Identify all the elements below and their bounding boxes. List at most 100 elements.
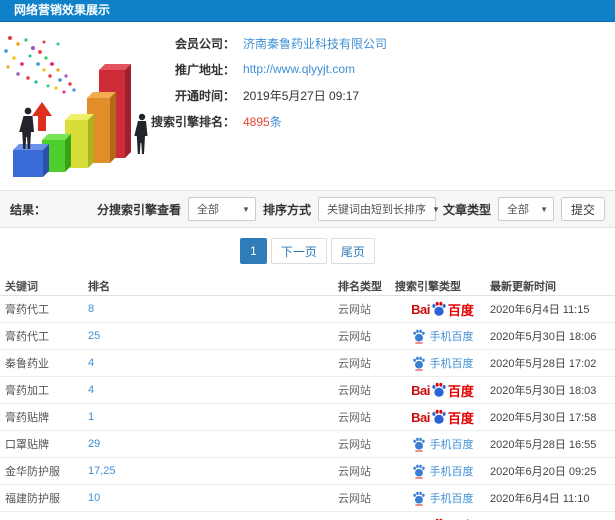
engine-view-label: 分搜索引擎查看 — [96, 202, 181, 217]
table-row: 口罩贴牌 29 云网站 手机百度 2020年5月28日 16:55 — [0, 431, 615, 458]
table-row: 膏药贴牌 1 云网站 Bai 百度 2020年5月30日 17:58 — [0, 404, 615, 431]
engine-cell: Bai 百度 — [395, 301, 490, 318]
rank-link[interactable]: 10 — [88, 492, 100, 504]
table-row: 金华防护服 17,25 云网站 手机百度 2020年6月20日 09:25 — [0, 458, 615, 485]
rank-link[interactable]: 8 — [88, 303, 94, 315]
promo-url-row: 推广地址： http://www.qlyyjt.com — [118, 56, 387, 82]
open-time-row: 开通时间： 2019年5月27日 09:17 — [118, 82, 387, 108]
member-company-label: 会员公司： — [174, 36, 235, 51]
article-type-value: 全部 — [506, 204, 529, 216]
baidu-paw-icon — [412, 356, 426, 371]
sort-label: 排序方式 — [262, 202, 311, 217]
rank-link[interactable]: 4 — [88, 384, 94, 396]
mobile-baidu-icon: 手机百度 — [412, 436, 474, 452]
company-summary-panel: 会员公司： 济南秦鲁药业科技有限公司 推广地址： http://www.qlyy… — [0, 22, 615, 190]
rank-type-cell: 云网站 — [338, 493, 371, 505]
engine-rank-value: 4895条 — [243, 113, 282, 130]
table-row: 膏药代工 25 云网站 手机百度 2020年5月30日 18:06 — [0, 323, 615, 350]
keyword-cell: 福建防护服 — [5, 493, 60, 505]
mobile-baidu-icon: 手机百度 — [412, 463, 474, 479]
bar-blue — [13, 144, 49, 177]
mobile-baidu-icon: 手机百度 — [412, 328, 474, 344]
sort-value: 关键词由短到长排序 — [326, 204, 426, 216]
keyword-cell: 膏药加工 — [5, 385, 49, 397]
header-update-time: 最新更新时间 — [490, 280, 556, 293]
baidu-paw-icon — [412, 329, 426, 344]
submit-button[interactable]: 提交 — [560, 197, 605, 221]
sort-select[interactable]: 关键词由短到长排序 ▼ — [317, 197, 440, 221]
time-cell: 2020年5月28日 16:55 — [490, 439, 597, 451]
caret-down-icon: ▼ — [540, 204, 548, 214]
table-row: 膏药代工 8 云网站 Bai 百度 2020年6月4日 11:15 — [0, 296, 615, 323]
promo-url-label: 推广地址： — [174, 62, 235, 77]
time-cell: 2020年5月30日 18:03 — [490, 385, 597, 397]
engine-view-select[interactable]: 全部 ▼ — [187, 197, 256, 221]
engine-cell: Bai 百度 — [395, 382, 490, 399]
keyword-rank-table: 关键词 排名 排名类型 搜索引擎类型 最新更新时间 膏药代工 8 云网站 Bai… — [0, 276, 615, 520]
page-1-button[interactable]: 1 — [240, 238, 267, 264]
baidu-logo-icon: Bai 百度 — [411, 301, 474, 318]
rank-link[interactable]: 29 — [88, 438, 100, 450]
member-company-row: 会员公司： 济南秦鲁药业科技有限公司 — [118, 30, 387, 56]
mobile-baidu-icon: 手机百度 — [412, 355, 474, 371]
rank-link[interactable]: 25 — [88, 330, 100, 342]
engine-cell: Bai 百度 — [395, 409, 490, 426]
table-row: 福建防护服 10 云网站 手机百度 2020年6月4日 11:10 — [0, 485, 615, 512]
time-cell: 2020年6月4日 11:15 — [490, 304, 590, 316]
confetti-dots — [4, 36, 76, 94]
keyword-cell: 膏药代工 — [5, 304, 49, 316]
table-header-row: 关键词 排名 排名类型 搜索引擎类型 最新更新时间 — [0, 276, 615, 296]
engine-rank-row: 搜索引擎排名： 4895条 — [118, 108, 387, 134]
header-keyword: 关键词 — [5, 280, 38, 293]
baidu-paw-icon — [431, 382, 447, 398]
table-row-partial: Bai 百度 — [0, 512, 615, 520]
keyword-cell: 膏药贴牌 — [5, 412, 49, 424]
engine-rank-label: 搜索引擎排名： — [150, 114, 235, 129]
member-company-link[interactable]: 济南秦鲁药业科技有限公司 — [243, 35, 387, 52]
engine-cell: 手机百度 — [395, 463, 490, 479]
rank-type-cell: 云网站 — [338, 385, 371, 397]
open-time-label: 开通时间： — [174, 88, 235, 103]
engine-cell: 手机百度 — [395, 328, 490, 344]
rank-link[interactable]: 4 — [88, 357, 94, 369]
promo-url-link[interactable]: http://www.qlyyjt.com — [243, 62, 355, 76]
table-row: 膏药加工 4 云网站 Bai 百度 2020年5月30日 18:03 — [0, 377, 615, 404]
rank-type-cell: 云网站 — [338, 439, 371, 451]
engine-view-value: 全部 — [196, 204, 219, 216]
rank-type-cell: 云网站 — [338, 358, 371, 370]
result-label: 结果： — [10, 202, 47, 217]
rank-link[interactable]: 1 — [88, 411, 94, 423]
engine-cell: 手机百度 — [395, 355, 490, 371]
rank-link[interactable]: 17,25 — [88, 465, 116, 477]
baidu-paw-icon — [431, 409, 447, 425]
engine-cell: 手机百度 — [395, 490, 490, 506]
next-page-button[interactable]: 下一页 — [270, 238, 327, 264]
caret-down-icon: ▼ — [242, 204, 250, 214]
keyword-cell: 秦鲁药业 — [5, 358, 49, 370]
time-cell: 2020年6月4日 11:10 — [490, 493, 590, 505]
rank-count: 4895 — [243, 114, 270, 129]
article-type-select[interactable]: 全部 ▼ — [497, 197, 554, 221]
rank-type-cell: 云网站 — [338, 304, 371, 316]
filter-controls: 分搜索引擎查看 全部 ▼ 排序方式 关键词由短到长排序 ▼ 文章类型 全部 ▼ … — [97, 197, 605, 221]
title-bar: 网络营销效果展示 — [0, 0, 615, 22]
rank-type-cell: 云网站 — [338, 466, 371, 478]
baidu-paw-icon — [412, 464, 426, 479]
keyword-cell: 膏药代工 — [5, 331, 49, 343]
company-info: 会员公司： 济南秦鲁药业科技有限公司 推广地址： http://www.qlyy… — [118, 30, 387, 134]
rank-type-cell: 云网站 — [338, 412, 371, 424]
time-cell: 2020年6月20日 09:25 — [490, 466, 597, 478]
baidu-paw-icon — [431, 301, 447, 317]
pagination: 1 下一页 尾页 — [0, 238, 615, 264]
baidu-logo-icon: Bai 百度 — [411, 382, 474, 399]
last-page-button[interactable]: 尾页 — [330, 238, 375, 264]
filter-bar: 结果： 分搜索引擎查看 全部 ▼ 排序方式 关键词由短到长排序 ▼ 文章类型 全… — [0, 190, 615, 228]
rank-unit: 条 — [269, 114, 282, 129]
mobile-baidu-icon: 手机百度 — [412, 490, 474, 506]
open-time-value: 2019年5月27日 09:17 — [243, 88, 360, 103]
article-type-label: 文章类型 — [442, 202, 491, 217]
baidu-paw-icon — [412, 437, 426, 452]
time-cell: 2020年5月30日 17:58 — [490, 412, 597, 424]
header-rank-type: 排名类型 — [338, 280, 382, 293]
time-cell: 2020年5月30日 18:06 — [490, 331, 597, 343]
